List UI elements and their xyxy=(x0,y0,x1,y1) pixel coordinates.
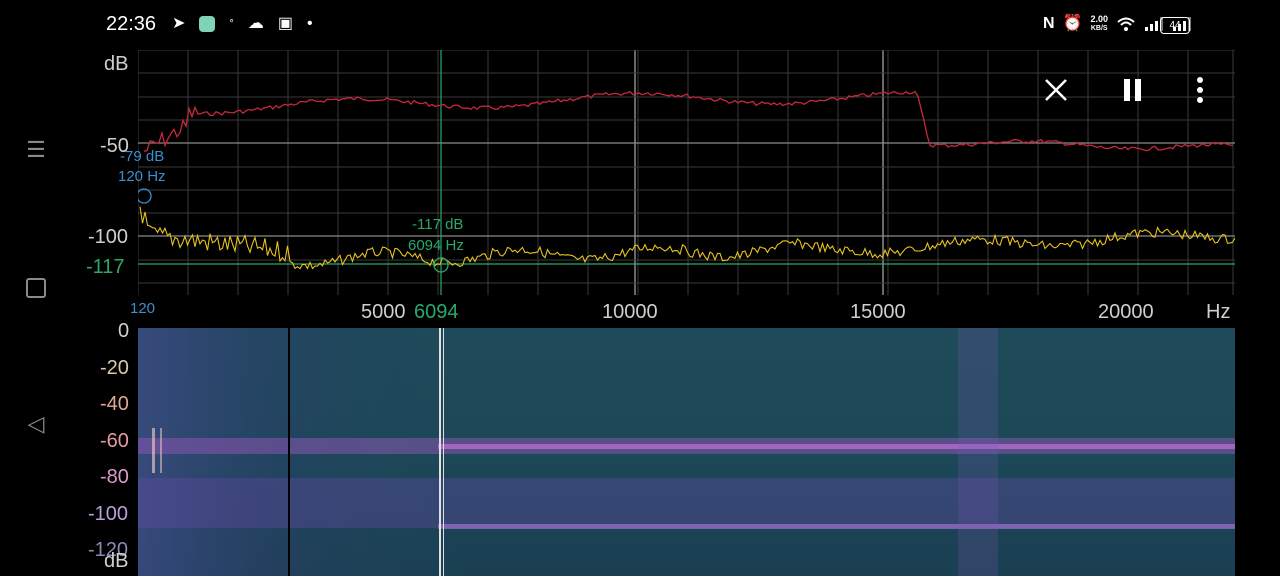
peak-marker-icon xyxy=(138,188,152,204)
cursor-db-label: -117 xyxy=(86,256,125,278)
network-speed-unit: KB/S xyxy=(1090,25,1108,32)
news-icon: ▣ xyxy=(277,15,293,32)
home-icon[interactable] xyxy=(22,274,50,302)
nfc-icon: N xyxy=(1042,15,1055,32)
spectrogram-cursor xyxy=(443,328,444,576)
more-options-button[interactable] xyxy=(1180,70,1220,110)
spectrogram-band-bright xyxy=(438,444,1235,449)
peak-hz-text: 120 Hz xyxy=(118,168,166,185)
x-start-label: 120 xyxy=(130,300,156,317)
status-time: 22:36 xyxy=(106,13,157,35)
pause-icon xyxy=(1124,79,1141,101)
dot-icon: • xyxy=(306,15,313,32)
pause-button[interactable] xyxy=(1113,70,1153,110)
battery-indicator: 44 xyxy=(1160,17,1190,34)
x-tick-label: 5000 xyxy=(361,301,406,323)
network-speed-value: 2.00 xyxy=(1090,14,1108,24)
network-speed: 2.00 KB/S xyxy=(1090,15,1108,33)
spectro-unit-label: dB xyxy=(104,550,129,572)
db-unit-label: dB xyxy=(104,53,129,75)
spectro-scale-label: -100 xyxy=(88,503,129,525)
spectro-scale-label: -60 xyxy=(100,430,129,452)
cursor-hz-label: 6094 xyxy=(414,301,459,323)
close-button[interactable] xyxy=(1036,70,1076,110)
cursor-db-text: -117 dB xyxy=(412,216,464,233)
spectro-scale-label: -20 xyxy=(100,357,129,379)
cursor-hz-text: 6094 Hz xyxy=(408,237,464,254)
x-tick-label: 15000 xyxy=(850,301,906,323)
cloud-icon: ☁ xyxy=(247,15,264,32)
spectrogram-spike xyxy=(152,428,155,473)
y-tick-label: -100 xyxy=(88,226,129,248)
telegram-icon: ➤ xyxy=(172,15,186,32)
status-bar: 22:36 ➤ ° ☁ ▣ • N ⏰ 2.00 KB/S 44 xyxy=(0,0,1280,50)
spectrogram-band-bright xyxy=(438,524,1235,529)
x-tick-label: 10000 xyxy=(602,301,658,323)
temperature-icon: ° xyxy=(229,18,234,30)
close-icon xyxy=(1045,79,1067,101)
spectro-scale-label: 0 xyxy=(118,320,130,342)
app-icon xyxy=(199,16,216,32)
hz-unit-label: Hz xyxy=(1206,301,1231,323)
menu-icon[interactable]: ☰ xyxy=(22,136,50,164)
spectrogram-spike xyxy=(160,428,162,473)
peak-db-text: -79 dB xyxy=(120,148,165,165)
spectrogram-band xyxy=(138,478,1235,528)
back-icon[interactable]: ◁ xyxy=(22,410,50,438)
spectrogram-column xyxy=(958,328,998,576)
x-tick-label: 20000 xyxy=(1098,301,1154,323)
alarm-icon: ⏰ xyxy=(1062,15,1083,32)
more-vert-icon xyxy=(1197,77,1203,103)
spectrogram-divider xyxy=(288,328,290,576)
spectro-scale-label: -40 xyxy=(100,393,129,415)
spectrogram[interactable] xyxy=(138,328,1235,576)
navigation-bar: ☰ ◁ xyxy=(0,50,72,576)
wifi-icon xyxy=(1117,17,1135,31)
spectrogram-cursor xyxy=(439,328,441,576)
status-left-icons: ➤ ° ☁ ▣ • xyxy=(172,14,313,34)
spectro-scale-label: -80 xyxy=(100,466,129,488)
